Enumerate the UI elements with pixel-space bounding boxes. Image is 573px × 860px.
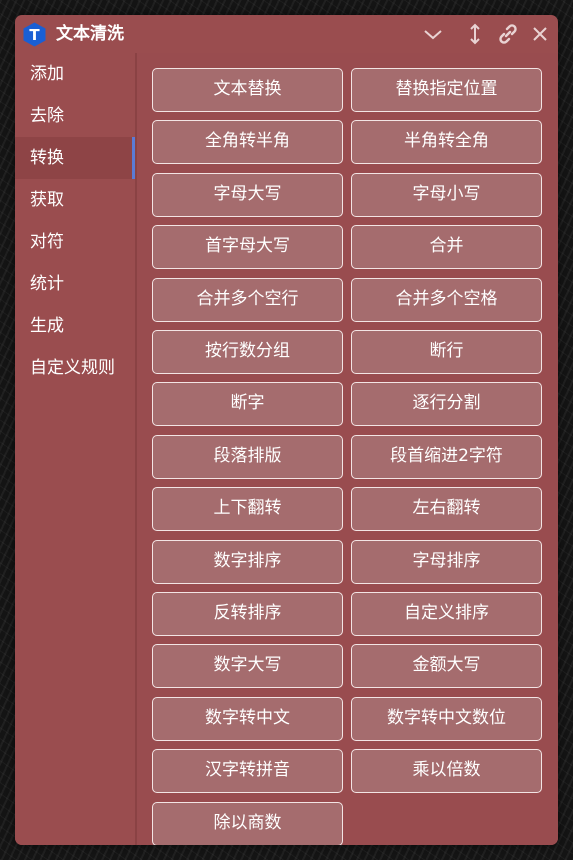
sidebar-item-label: 添加	[30, 64, 64, 84]
sidebar-item[interactable]: 去除	[15, 95, 135, 137]
app-logo-icon: T	[23, 22, 46, 47]
sidebar-item[interactable]: 统计	[15, 263, 135, 305]
transform-button[interactable]: 数字排序	[152, 539, 343, 584]
transform-button[interactable]: 数字转中文	[152, 696, 343, 741]
sidebar-item-label: 自定义规则	[30, 358, 115, 378]
transform-button[interactable]: 汉字转拼音	[152, 749, 343, 794]
sidebar-item[interactable]: 获取	[15, 179, 135, 221]
transform-button[interactable]: 数字大写	[152, 644, 343, 689]
sidebar-item-label: 生成	[30, 316, 64, 336]
transform-button[interactable]: 数字转中文数位	[351, 696, 542, 741]
sidebar-item[interactable]: 自定义规则	[15, 347, 135, 389]
transform-button[interactable]: 断行	[351, 330, 542, 374]
transform-button[interactable]: 替换指定位置	[351, 68, 542, 112]
close-icon	[533, 27, 547, 41]
transform-button[interactable]: 自定义排序	[351, 592, 542, 636]
resize-vertical-icon	[470, 23, 480, 45]
window-title: 文本清洗	[56, 24, 124, 44]
main-panel: 文本替换 替换指定位置 全角转半角 半角转全角 字母大写 字母小写 首字母大写 合并 合并多个空…	[137, 53, 558, 845]
transform-button[interactable]: 断字	[152, 382, 343, 427]
transform-button[interactable]: 段首缩进2字符	[351, 434, 542, 479]
transform-button[interactable]: 金额大写	[351, 644, 542, 689]
chevron-down-icon	[424, 30, 442, 40]
close-button[interactable]	[528, 22, 552, 46]
transform-button[interactable]: 合并多个空格	[351, 277, 542, 322]
transform-button[interactable]: 首字母大写	[152, 225, 343, 270]
transform-button[interactable]: 按行数分组	[152, 330, 343, 374]
transform-button[interactable]: 字母小写	[351, 172, 542, 217]
sidebar-item-label: 获取	[30, 190, 64, 210]
sidebar-item[interactable]: 转换	[15, 137, 135, 179]
sidebar-item[interactable]: 添加	[15, 53, 135, 95]
pin-link-button[interactable]	[496, 22, 520, 46]
transform-button[interactable]: 上下翻转	[152, 487, 343, 532]
resize-button[interactable]	[463, 22, 487, 46]
transform-button[interactable]: 除以商数	[152, 801, 343, 845]
transform-button[interactable]: 文本替换	[152, 68, 343, 112]
link-icon	[499, 24, 517, 44]
transform-button[interactable]: 左右翻转	[351, 487, 542, 532]
transform-button[interactable]: 段落排版	[152, 434, 343, 479]
transform-button[interactable]: 字母大写	[152, 172, 343, 217]
sidebar-item-label: 对符	[30, 232, 64, 252]
transform-button[interactable]: 全角转半角	[152, 120, 343, 165]
transform-button[interactable]: 反转排序	[152, 592, 343, 636]
app-window: T 文本清洗 添加 去除 转换 获取 对符 统计 生成 自定义规则 文本替换 替…	[15, 15, 558, 845]
transform-button[interactable]: 半角转全角	[351, 120, 542, 165]
app-logo-letter: T	[29, 26, 40, 44]
title-bar[interactable]: T 文本清洗	[15, 15, 558, 53]
sidebar-item-label: 去除	[30, 106, 64, 126]
sidebar: 添加去除转换获取对符统计生成自定义规则	[15, 53, 135, 845]
sidebar-item[interactable]: 对符	[15, 221, 135, 263]
sidebar-item[interactable]: 生成	[15, 305, 135, 347]
sidebar-item-label: 统计	[30, 274, 64, 294]
sidebar-item-label: 转换	[30, 148, 64, 168]
transform-button[interactable]: 字母排序	[351, 539, 542, 584]
transform-button[interactable]: 合并多个空行	[152, 277, 343, 322]
transform-button[interactable]: 乘以倍数	[351, 749, 542, 794]
transform-button[interactable]: 合并	[351, 225, 542, 270]
transform-button[interactable]: 逐行分割	[351, 382, 542, 427]
collapse-button[interactable]	[421, 22, 445, 46]
